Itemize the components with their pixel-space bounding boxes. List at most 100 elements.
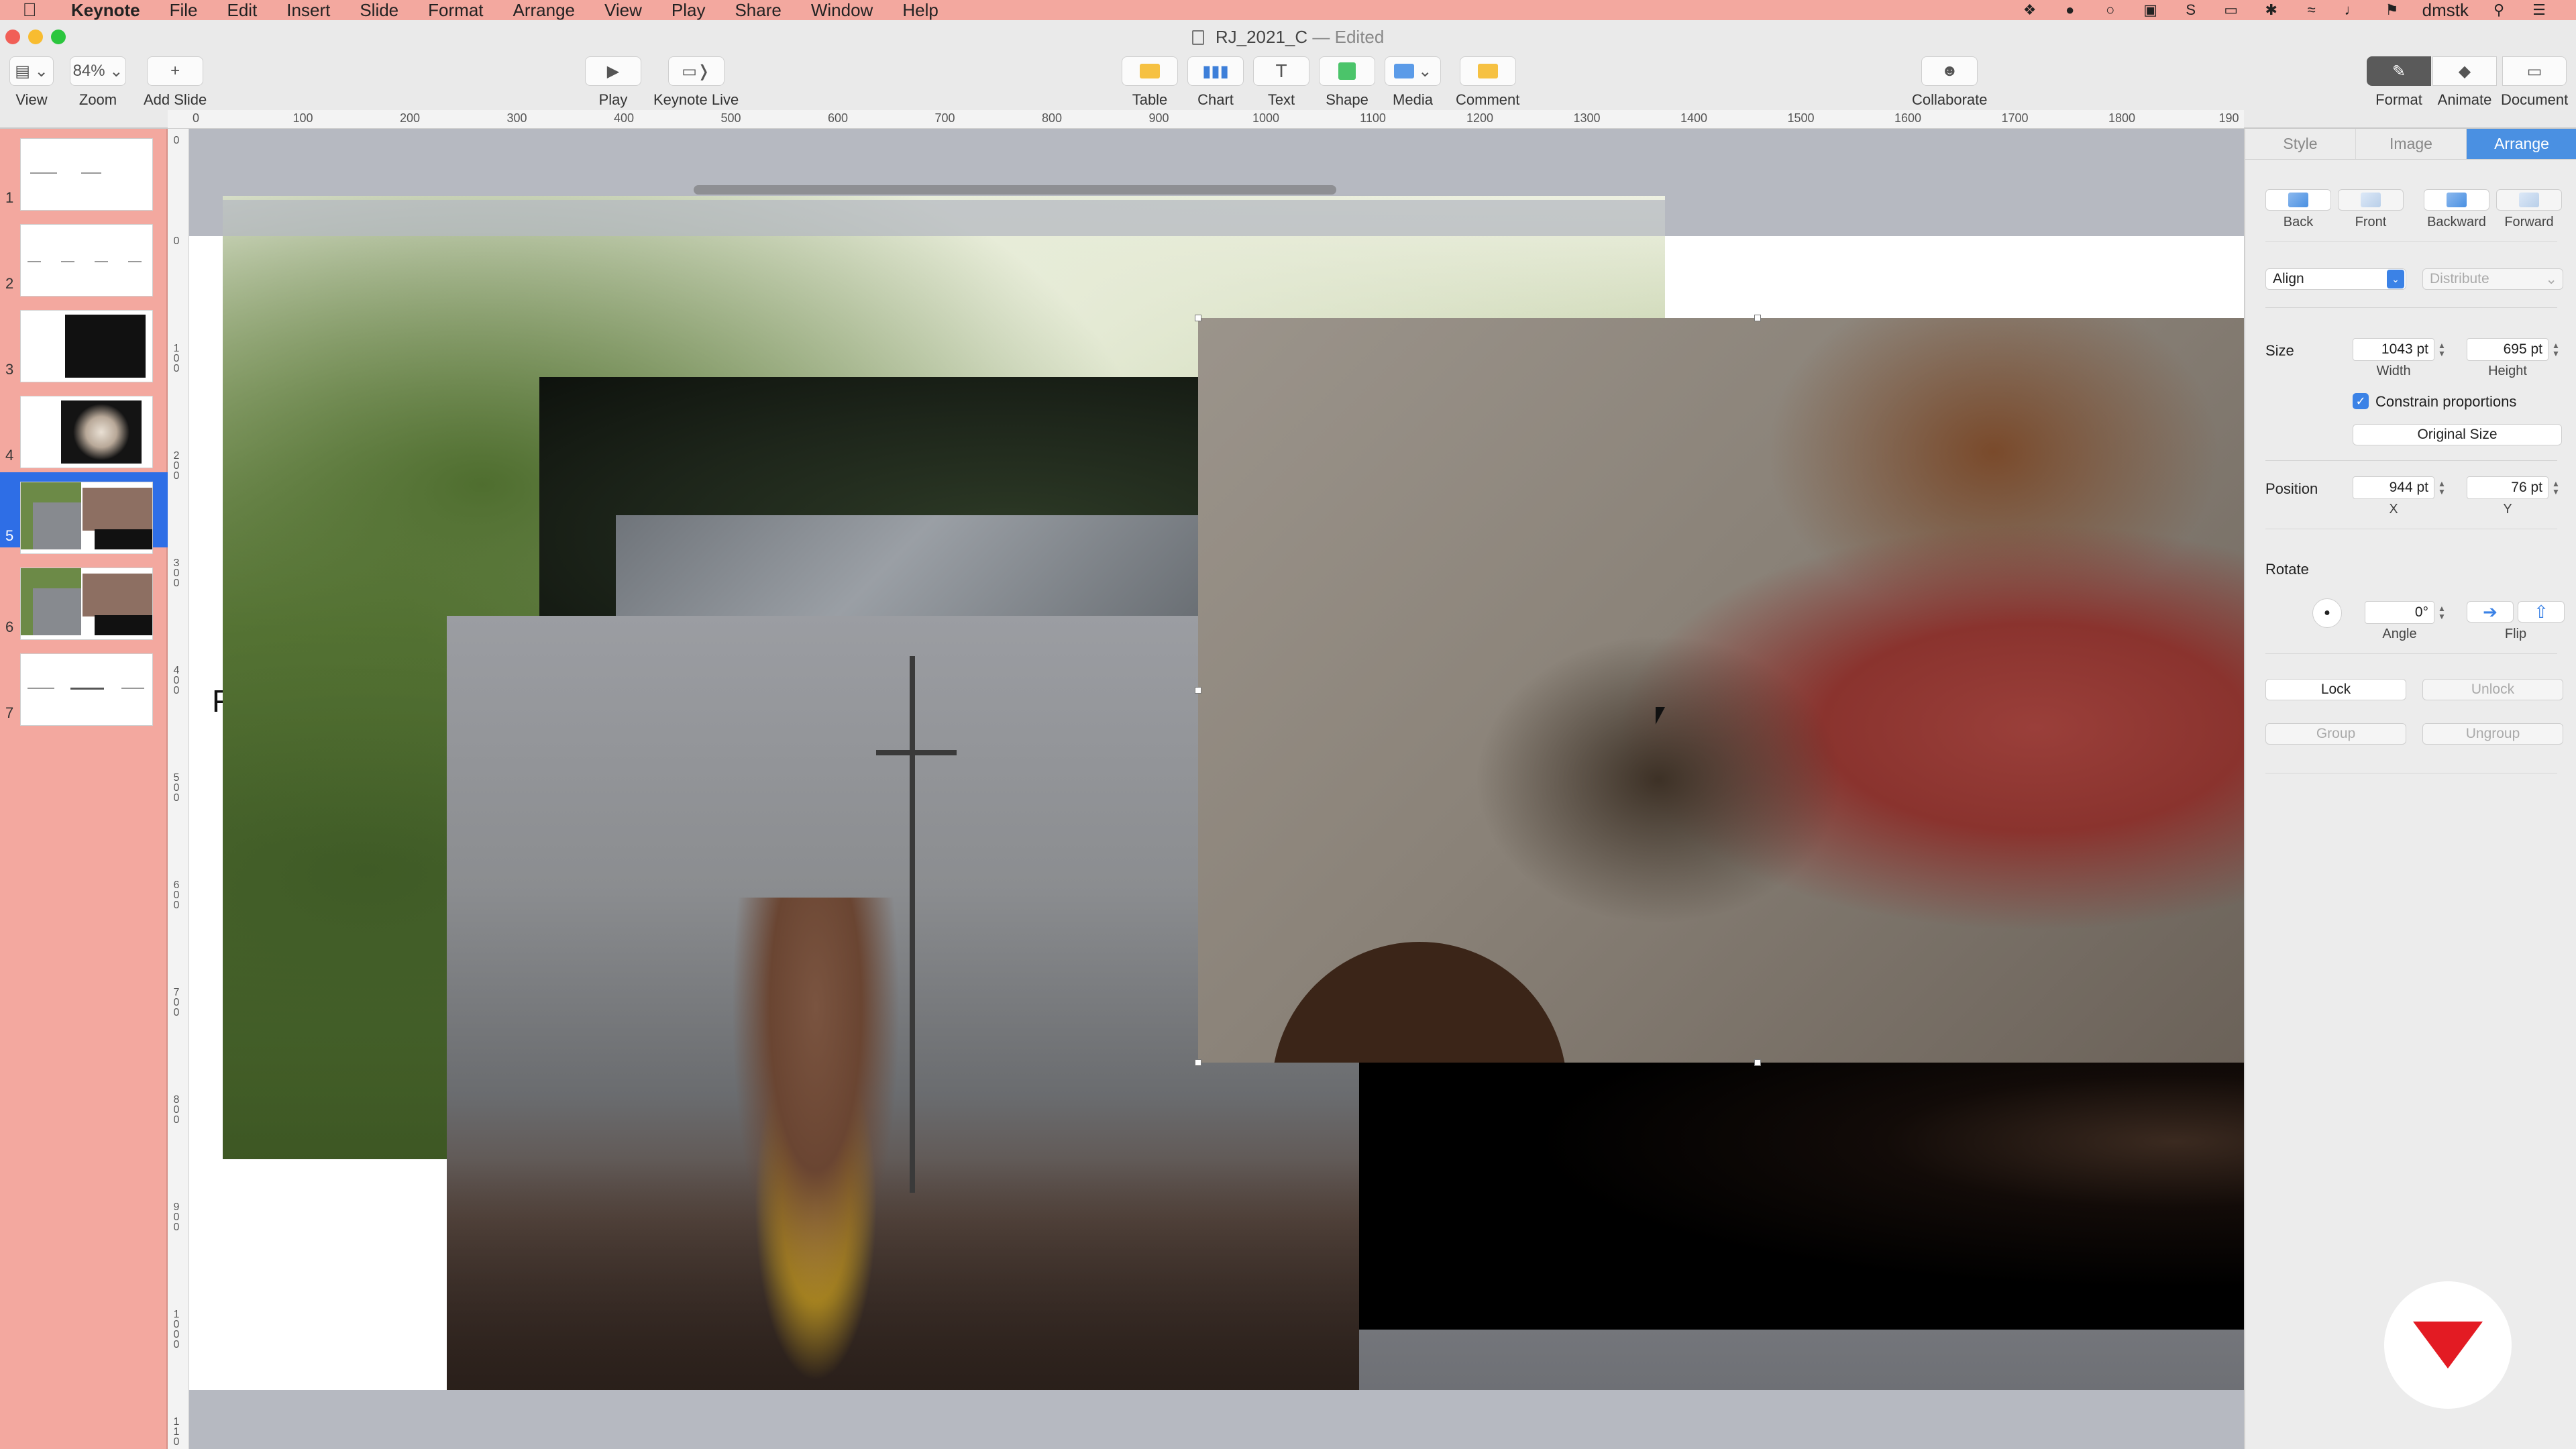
play-button[interactable]: ▶	[585, 56, 641, 86]
keynote-live-tool[interactable]: ▭❭ Keynote Live	[653, 56, 739, 109]
comment-button[interactable]	[1459, 56, 1516, 86]
height-field[interactable]: 695 pt	[2467, 338, 2548, 361]
animate-button[interactable]: ◆	[2432, 56, 2497, 86]
width-field[interactable]: 1043 pt	[2353, 338, 2434, 361]
menu-file[interactable]: File	[170, 0, 198, 21]
menu-app-name[interactable]: Keynote	[71, 0, 140, 21]
front-button[interactable]	[2338, 189, 2404, 211]
menu-format[interactable]: Format	[428, 0, 483, 21]
media-button[interactable]: ⌄	[1385, 56, 1441, 86]
flip-horizontal-button[interactable]: ➔	[2467, 601, 2514, 623]
menu-help[interactable]: Help	[902, 0, 938, 21]
slide-thumbnail-7[interactable]: 7	[0, 649, 168, 726]
slide-thumbnail-1[interactable]: 1	[0, 134, 168, 211]
creative-cloud-icon[interactable]: ○	[2100, 1, 2121, 18]
shape-tool[interactable]: Shape	[1319, 56, 1375, 109]
flag-icon[interactable]: ⚑	[2382, 1, 2402, 18]
backward-button[interactable]	[2424, 189, 2489, 211]
align-select[interactable]: Align ⌄	[2265, 268, 2406, 290]
zoom-select[interactable]: 84% ⌄	[70, 56, 126, 86]
volume-icon[interactable]: ♩	[2342, 1, 2362, 18]
text-button[interactable]: T	[1253, 56, 1309, 86]
format-button[interactable]: ✎	[2367, 56, 2431, 86]
document-tool[interactable]: ▭ Document	[2501, 56, 2568, 109]
menu-window[interactable]: Window	[811, 0, 873, 21]
position-x-stepper[interactable]: ▲ ▼	[2437, 476, 2447, 499]
width-stepper[interactable]: ▲ ▼	[2437, 338, 2447, 361]
notification-center-icon[interactable]: ☰	[2529, 1, 2549, 18]
text-tool[interactable]: T Text	[1253, 56, 1309, 109]
back-button[interactable]	[2265, 189, 2331, 211]
collaborate-button[interactable]: ☻	[1921, 56, 1978, 86]
add-slide-tool[interactable]: + Add Slide	[144, 56, 207, 109]
menu-play[interactable]: Play	[672, 0, 706, 21]
collaborate-tool[interactable]: ☻ Collaborate	[1912, 56, 1988, 109]
slide-thumbnail-2[interactable]: 2	[0, 220, 168, 297]
height-stepper[interactable]: ▲ ▼	[2551, 338, 2561, 361]
tab-image[interactable]: Image	[2356, 129, 2467, 159]
slide-canvas[interactable]: F	[189, 129, 2244, 1449]
group-button[interactable]: Group	[2265, 723, 2406, 745]
tab-style[interactable]: Style	[2245, 129, 2356, 159]
slide-thumbnail-4[interactable]: 4	[0, 392, 168, 468]
wifi-icon[interactable]: ≈	[2302, 1, 2322, 18]
chart-tool[interactable]: ▮▮▮ Chart	[1187, 56, 1244, 109]
image-woman-selected[interactable]	[1198, 318, 2244, 1063]
slide-thumbnail-5[interactable]: 5	[0, 472, 168, 554]
screen-icon[interactable]: ▣	[2141, 1, 2161, 18]
sync-icon[interactable]: ●	[2060, 1, 2080, 18]
rotate-wheel[interactable]: ●	[2312, 598, 2342, 628]
add-slide-button[interactable]: +	[147, 56, 204, 86]
bluetooth-icon[interactable]: ✱	[2261, 1, 2282, 18]
table-tool[interactable]: Table	[1122, 56, 1178, 109]
menu-slide[interactable]: Slide	[360, 0, 398, 21]
slide-thumbnail-3[interactable]: 3	[0, 306, 168, 382]
position-y-stepper[interactable]: ▲ ▼	[2551, 476, 2561, 499]
resize-handle-top-left[interactable]	[1195, 315, 1201, 321]
original-size-button[interactable]: Original Size	[2353, 424, 2562, 445]
resize-handle-top[interactable]	[1754, 315, 1761, 321]
airplay-icon[interactable]: ▭	[2221, 1, 2241, 18]
menu-edit[interactable]: Edit	[227, 0, 257, 21]
animate-tool[interactable]: ◆ Animate	[2432, 56, 2497, 109]
menu-share[interactable]: Share	[735, 0, 781, 21]
resize-handle-bottom[interactable]	[1754, 1059, 1761, 1066]
zoom-tool[interactable]: 84% ⌄ Zoom	[70, 56, 126, 109]
menu-insert[interactable]: Insert	[286, 0, 330, 21]
play-tool[interactable]: ▶ Play	[585, 56, 641, 109]
menu-arrange[interactable]: Arrange	[513, 0, 576, 21]
flip-vertical-button[interactable]: ⇧	[2518, 601, 2565, 623]
chart-button[interactable]: ▮▮▮	[1187, 56, 1244, 86]
resize-handle-left[interactable]	[1195, 687, 1201, 694]
forward-button[interactable]	[2496, 189, 2562, 211]
position-y-field[interactable]: 76 pt	[2467, 476, 2548, 499]
table-button[interactable]	[1122, 56, 1178, 86]
angle-field[interactable]: 0°	[2365, 601, 2434, 624]
resize-handle-bottom-left[interactable]	[1195, 1059, 1201, 1066]
constrain-proportions-checkbox[interactable]: ✓	[2353, 393, 2369, 409]
slide-thumbnail-6[interactable]: 6	[0, 564, 168, 640]
dropbox-icon[interactable]: ❖	[2020, 1, 2040, 18]
keynote-live-button[interactable]: ▭❭	[667, 56, 724, 86]
menu-view[interactable]: View	[604, 0, 642, 21]
view-button[interactable]: ▤ ⌄	[9, 56, 54, 86]
spotlight-search-icon[interactable]: ⚲	[2489, 1, 2509, 18]
document-button[interactable]: ▭	[2502, 56, 2567, 86]
skype-icon[interactable]: S	[2181, 1, 2201, 18]
user-name[interactable]: dmstk	[2422, 0, 2469, 21]
format-tool[interactable]: ✎ Format	[2367, 56, 2431, 109]
unlock-button[interactable]: Unlock	[2422, 679, 2563, 700]
distribute-select[interactable]: Distribute ⌄	[2422, 268, 2563, 290]
image-dark-portrait[interactable]	[1354, 1061, 2244, 1330]
lock-button[interactable]: Lock	[2265, 679, 2406, 700]
view-tool[interactable]: ▤ ⌄ View	[9, 56, 54, 109]
shape-button[interactable]	[1319, 56, 1375, 86]
apple-menu-icon[interactable]: 	[17, 0, 42, 21]
comment-tool[interactable]: Comment	[1456, 56, 1519, 109]
tab-arrange[interactable]: Arrange	[2467, 129, 2576, 159]
position-x-field[interactable]: 944 pt	[2353, 476, 2434, 499]
media-tool[interactable]: ⌄ Media	[1385, 56, 1441, 109]
canvas-scrollbar[interactable]	[694, 185, 1336, 195]
angle-stepper[interactable]: ▲ ▼	[2437, 601, 2447, 624]
ungroup-button[interactable]: Ungroup	[2422, 723, 2563, 745]
